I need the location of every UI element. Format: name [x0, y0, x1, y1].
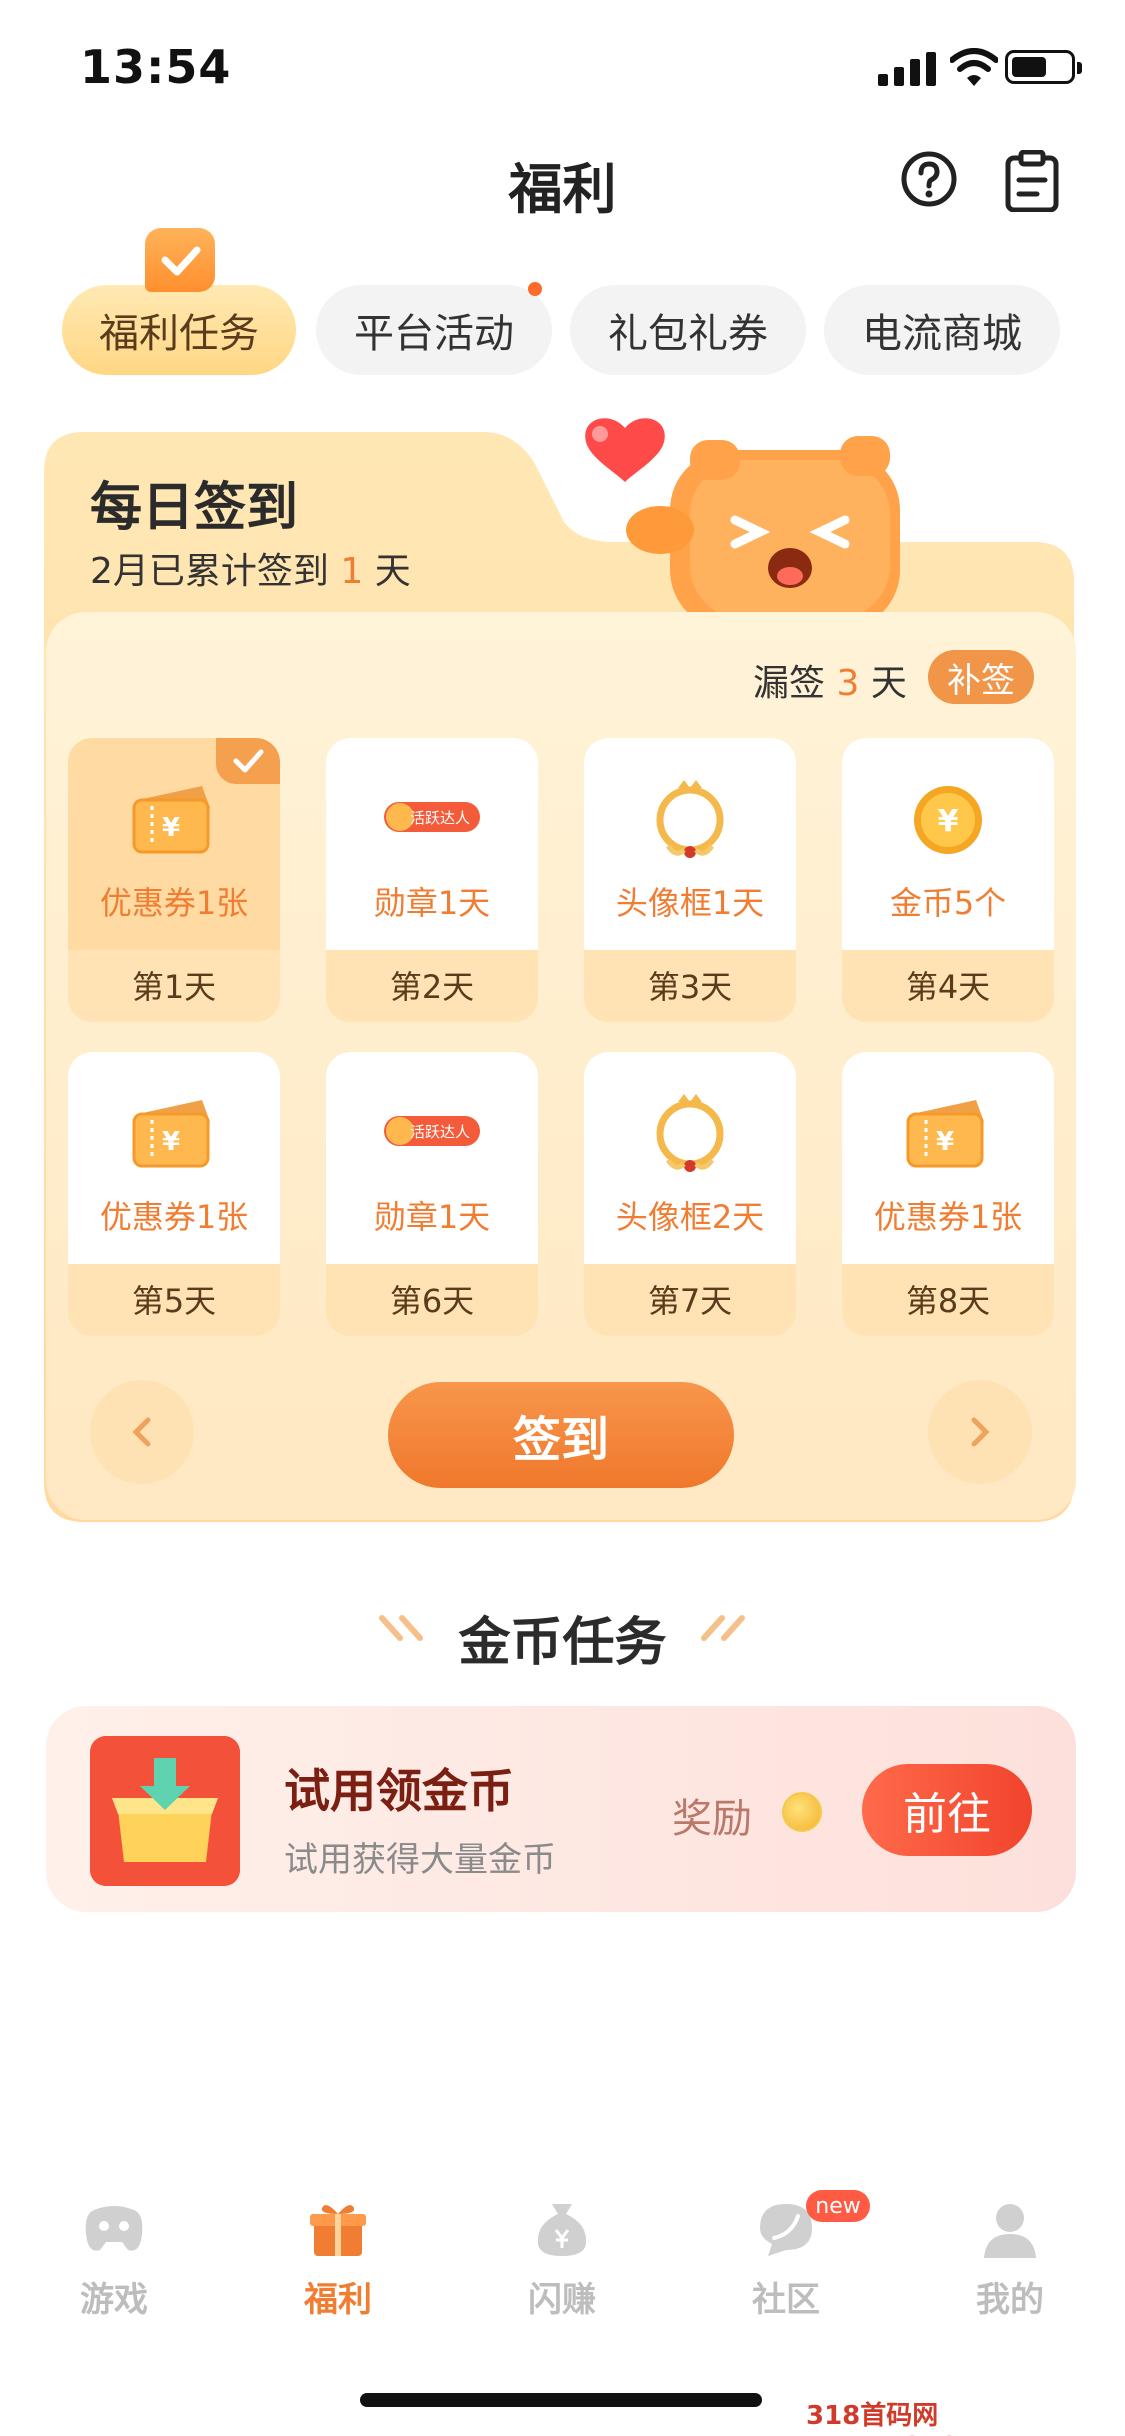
badge-icon: 活跃达人	[384, 802, 480, 832]
gamepad-icon	[85, 2206, 143, 2251]
nav-label: 闪赚	[528, 2280, 596, 2320]
gift-icon	[310, 2205, 366, 2256]
decoration-icon	[701, 1615, 745, 1641]
nav-label: 社区	[752, 2280, 820, 2320]
task-subtitle: 试用获得大量金币	[284, 1840, 556, 1880]
nav-quick-earn[interactable]: 闪赚	[482, 2200, 642, 2320]
signin-day-cell[interactable]: ¥ 优惠券1张第8天	[842, 1052, 1054, 1336]
day-reward-label: 勋章1天	[373, 1198, 491, 1236]
day-reward-label: 头像框1天	[615, 884, 765, 922]
wifi-icon	[950, 48, 998, 86]
help-icon[interactable]	[900, 150, 958, 208]
new-badge: new	[806, 2190, 870, 2222]
tab-current-mall[interactable]: 电流商城	[824, 285, 1060, 375]
coupon-icon: ¥	[132, 1100, 210, 1168]
day-number-label: 第6天	[389, 1282, 475, 1320]
signal-icon	[878, 52, 936, 86]
money-bag-icon	[537, 2204, 587, 2256]
day-number-label: 第1天	[131, 968, 217, 1006]
signin-day-cell[interactable]: ¥ 优惠券1张第1天	[68, 738, 280, 1022]
chevron-left-icon	[132, 1417, 151, 1447]
day-reward-label: 优惠券1张	[99, 1198, 249, 1236]
status-bar: 13:54	[0, 0, 1125, 140]
signin-button[interactable]: 签到	[388, 1382, 734, 1488]
status-time: 13:54	[80, 40, 232, 94]
avatar-frame-icon	[656, 780, 724, 858]
svg-text:¥: ¥	[162, 1127, 180, 1157]
home-indicator	[360, 2393, 762, 2407]
signin-title: 每日签到	[90, 478, 299, 538]
signin-summary: 2月已累计签到 1 天	[90, 551, 411, 592]
day-reward-label: 优惠券1张	[99, 884, 249, 922]
svg-text:¥: ¥	[938, 804, 959, 839]
coin-icon	[782, 1792, 822, 1832]
signin-day-cell[interactable]: 头像框2天第7天	[584, 1052, 796, 1336]
chevron-right-icon	[971, 1417, 990, 1447]
avatar-frame-icon	[656, 1094, 724, 1172]
clipboard-icon[interactable]	[1004, 150, 1060, 212]
watermark: 318首码网 www.e318.com	[806, 2401, 1028, 2436]
tab-gift-packs[interactable]: 礼包礼券	[570, 285, 806, 375]
tab-platform-activity[interactable]: 平台活动	[316, 285, 552, 375]
signin-day-cell[interactable]: 活跃达人勋章1天第2天	[326, 738, 538, 1022]
notification-dot	[528, 282, 542, 296]
day-number-label: 第2天	[389, 968, 475, 1006]
tab-welfare-tasks[interactable]: 福利任务	[62, 285, 296, 375]
nav-welfare[interactable]: 福利	[258, 2200, 418, 2320]
box-download-icon	[90, 1736, 240, 1886]
coupon-icon: ¥	[906, 1100, 984, 1168]
nav-profile[interactable]: 我的	[930, 2200, 1090, 2320]
prev-page-button[interactable]	[90, 1380, 194, 1484]
svg-text:¥: ¥	[162, 813, 180, 843]
coin-tasks-title: 金币任务	[458, 1613, 667, 1673]
coupon-icon: ¥	[132, 786, 210, 854]
day-number-label: 第5天	[131, 1282, 217, 1320]
check-icon	[145, 228, 215, 292]
user-icon	[984, 2204, 1036, 2258]
nav-label: 游戏	[80, 2280, 148, 2320]
battery-icon	[1005, 50, 1082, 84]
svg-text:活跃达人: 活跃达人	[410, 809, 470, 827]
nav-label: 我的	[976, 2280, 1044, 2320]
day-number-label: 第7天	[647, 1282, 733, 1320]
signin-day-cell[interactable]: 活跃达人勋章1天第6天	[326, 1052, 538, 1336]
mascot-image	[585, 418, 900, 620]
badge-icon: 活跃达人	[384, 1116, 480, 1146]
svg-text:¥: ¥	[936, 1127, 954, 1157]
day-number-label: 第8天	[905, 1282, 991, 1320]
signin-day-cell[interactable]: 头像框1天第3天	[584, 738, 796, 1022]
makeup-signin-button[interactable]: 补签	[928, 650, 1034, 704]
signin-day-cell[interactable]: ¥ 优惠券1张第5天	[68, 1052, 280, 1336]
nav-games[interactable]: 游戏	[34, 2200, 194, 2320]
day-reward-label: 金币5个	[889, 884, 1007, 922]
day-number-label: 第4天	[905, 968, 991, 1006]
svg-text:活跃达人: 活跃达人	[410, 1123, 470, 1141]
day-reward-label: 勋章1天	[373, 884, 491, 922]
coin-icon: ¥	[914, 786, 982, 854]
go-button[interactable]: 前往	[862, 1764, 1032, 1856]
day-reward-label: 优惠券1张	[873, 1198, 1023, 1236]
nav-label: 福利	[304, 2280, 372, 2320]
day-reward-label: 头像框2天	[615, 1198, 765, 1236]
missed-days: 漏签 3 天	[753, 663, 907, 704]
check-icon	[216, 738, 280, 784]
task-title: 试用领金币	[284, 1764, 514, 1818]
day-number-label: 第3天	[647, 968, 733, 1006]
signin-day-cell[interactable]: ¥ 金币5个第4天	[842, 738, 1054, 1022]
reward-label: 奖励	[672, 1796, 752, 1842]
next-page-button[interactable]	[928, 1380, 1032, 1484]
